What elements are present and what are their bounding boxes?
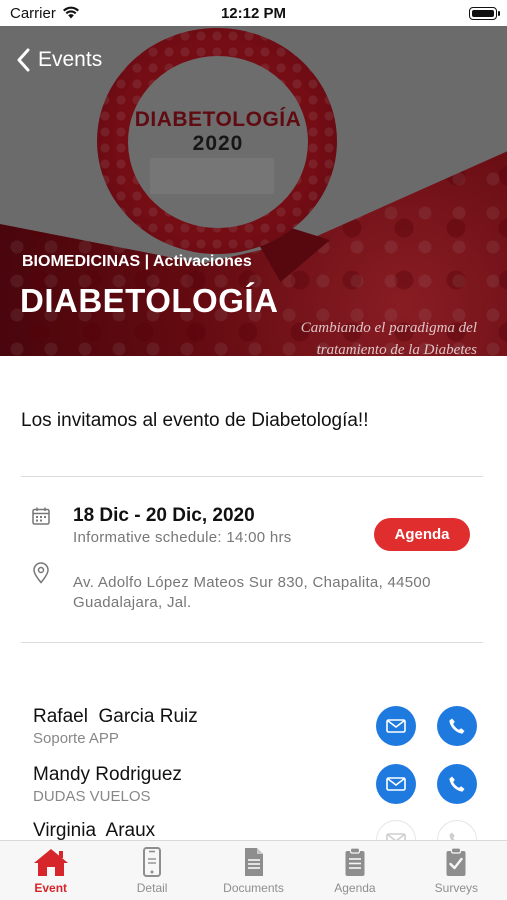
contact-item: Virginia Araux: [33, 820, 155, 842]
event-intro: Los invitamos al evento de Diabetología!…: [21, 410, 369, 431]
event-category: BIOMEDICINAS | Activaciones: [22, 253, 252, 270]
event-date: 18 Dic - 20 Dic, 2020: [73, 505, 255, 526]
envelope-icon: [386, 719, 406, 733]
document-icon: [244, 848, 263, 876]
tab-bar: Event Detail Documents Agenda Surveys: [0, 840, 507, 900]
tab-event[interactable]: Event: [0, 841, 101, 900]
battery-icon: [469, 7, 500, 20]
tab-label: Event: [34, 881, 68, 895]
tab-surveys[interactable]: Surveys: [406, 841, 507, 900]
tab-agenda[interactable]: Agenda: [304, 841, 405, 900]
contact-item: Rafael Garcia Ruiz Soporte APP: [33, 706, 198, 747]
event-banner: DIABETOLOGÍA 2020 Events BIOMEDICINAS | …: [0, 26, 507, 356]
clipboard-icon: [345, 847, 365, 876]
back-label: Events: [38, 48, 103, 71]
location-pin-icon: [33, 562, 49, 584]
back-button[interactable]: Events: [16, 48, 102, 72]
phone-icon: [449, 718, 465, 734]
phone-icon: [449, 776, 465, 792]
contact-role: Soporte APP: [33, 730, 119, 747]
tab-label: Agenda: [334, 881, 376, 895]
envelope-icon: [386, 777, 406, 791]
chevron-left-icon: [17, 48, 30, 72]
email-button[interactable]: [376, 706, 416, 746]
email-button[interactable]: [376, 764, 416, 804]
status-time: 12:12 PM: [220, 5, 287, 22]
divider: [21, 642, 483, 643]
phone-icon: [143, 847, 162, 877]
contact-name: Rafael Garcia Ruiz: [33, 706, 198, 727]
contact-name: Mandy Rodriguez: [33, 764, 182, 785]
call-button[interactable]: [437, 764, 477, 804]
tab-label: Documents: [223, 881, 284, 895]
event-address[interactable]: Av. Adolfo López Mateos Sur 830, Chapali…: [73, 573, 433, 613]
contact-role: DUDAS VUELOS: [33, 788, 151, 805]
tab-detail[interactable]: Detail: [101, 841, 202, 900]
banner-tagline: Cambiando el paradigma del tratamiento d…: [300, 320, 477, 356]
tab-documents[interactable]: Documents: [203, 841, 304, 900]
event-schedule: Informative schedule: 14:00 hrs: [73, 529, 292, 546]
calendar-icon: [32, 507, 50, 525]
contact-name: Virginia Araux: [33, 820, 156, 841]
agenda-button[interactable]: Agenda: [374, 518, 470, 551]
event-title: DIABETOLOGÍA: [20, 282, 279, 319]
checklist-icon: [446, 847, 466, 876]
home-icon: [33, 849, 68, 876]
status-bar: Carrier 12:12 PM: [0, 0, 507, 26]
contact-item: Mandy Rodriguez DUDAS VUELOS: [33, 764, 182, 805]
divider: [21, 476, 483, 477]
call-button[interactable]: [437, 706, 477, 746]
tab-label: Surveys: [434, 881, 478, 895]
tab-label: Detail: [136, 881, 168, 895]
